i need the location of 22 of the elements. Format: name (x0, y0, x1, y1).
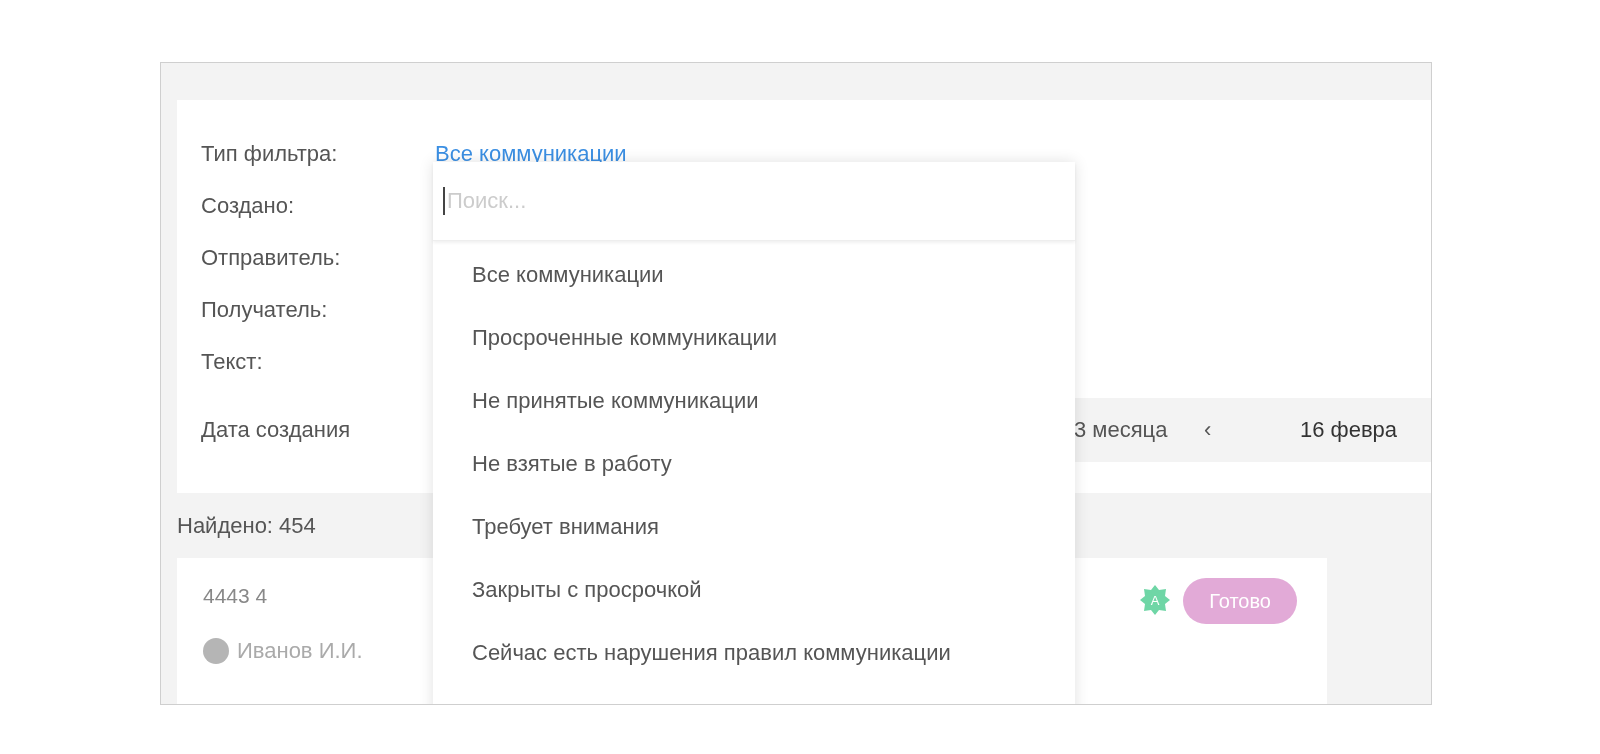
item-number: 4443 4 (203, 584, 268, 608)
avatar-icon (203, 638, 229, 664)
dropdown-option[interactable]: Сейчас есть нарушения правил коммуникации (433, 621, 1075, 684)
dropdown-option[interactable]: Требует внимания (433, 495, 1075, 558)
filter-label: Получатель: (201, 297, 329, 323)
dropdown-option[interactable]: Все коммуникации (433, 243, 1075, 306)
found-count: Найдено: 454 (177, 512, 316, 539)
period-option[interactable]: 3 месяца (1074, 417, 1204, 443)
filter-label: Отправитель: (201, 245, 342, 271)
dropdown-option[interactable]: Не принятые коммуникации (433, 369, 1075, 432)
filter-label: Создано: (201, 193, 296, 219)
star-badge: A (1139, 584, 1172, 616)
filter-label: Дата создания (201, 417, 352, 443)
status-badge: Готово (1183, 578, 1297, 624)
author-name: Иванов И.И. (237, 638, 363, 664)
filter-label: Текст: (201, 349, 264, 375)
dropdown-option[interactable]: Закрыты с просрочкой (433, 558, 1075, 621)
filter-label: Тип фильтра: (201, 141, 339, 167)
dropdown-option[interactable]: Просроченные коммуникации (433, 306, 1075, 369)
previous-arrow[interactable]: ‹ (1204, 417, 1300, 443)
dropdown-option[interactable]: Не взятые в работу (433, 432, 1075, 495)
date-label: 16 февра (1300, 417, 1398, 443)
